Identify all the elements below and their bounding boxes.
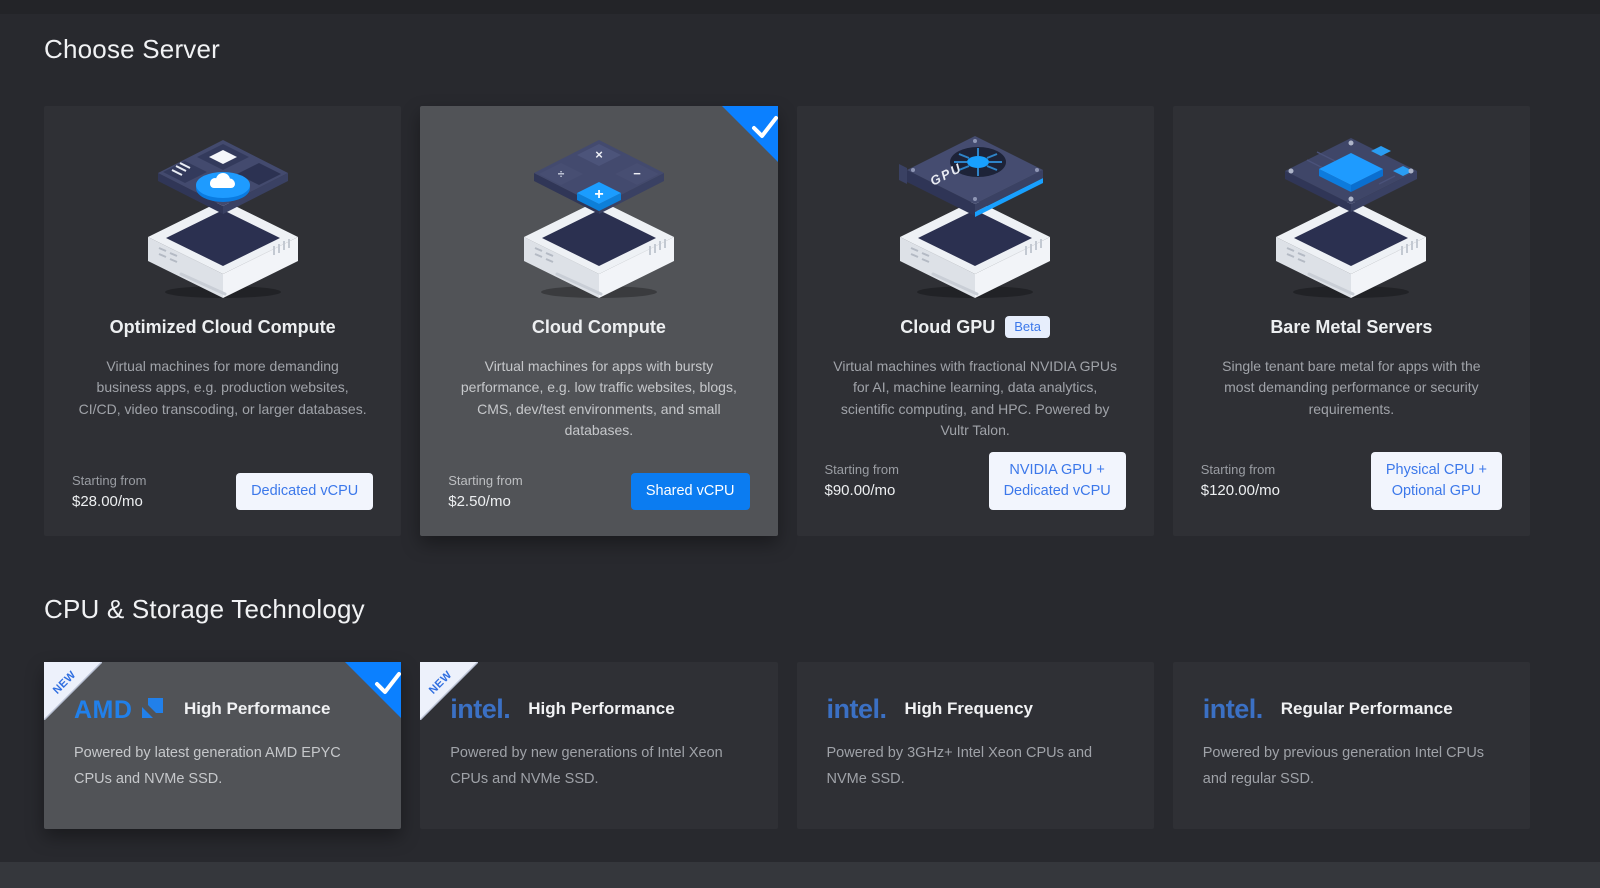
price-text: $2.50/mo (448, 492, 511, 510)
price-block: Starting from $90.00/mo (825, 462, 899, 499)
card-title: Cloud Compute (531, 317, 666, 337)
price-block: Starting from $120.00/mo (1201, 462, 1280, 499)
server-card-cloud-compute[interactable]: × ÷ − + Cloud Compute Virtual machines f… (420, 106, 778, 536)
optimized-cloud-compute-illustration (72, 116, 373, 308)
next-section-strip (0, 862, 1600, 888)
starting-from-label: Starting from (72, 472, 147, 488)
intel-logo: intel. (1202, 694, 1264, 724)
price-text: $120.00/mo (1200, 482, 1280, 500)
cpu-storage-title: CPU & Storage Technology (44, 594, 365, 624)
starting-from-label: Starting from (1200, 462, 1276, 478)
cpu-card-description: Powered by latest generation AMD EPYC CP… (74, 745, 341, 788)
server-card-optimized-cloud-compute[interactable]: Optimized Cloud Compute Virtual machines… (44, 106, 402, 536)
price-block: Starting from $2.50/mo (448, 473, 522, 510)
cpu-card-title: High Performance (528, 699, 675, 718)
card-description: Single tenant bare metal for apps with t… (1222, 358, 1481, 417)
cloud-compute-illustration: × ÷ − + (448, 116, 749, 308)
cpu-card-title: High Performance (184, 699, 331, 718)
beta-badge: Beta (1005, 316, 1050, 338)
cpu-card-intel-regular-performance[interactable]: intel. Regular Performance Powered by pr… (1172, 662, 1530, 829)
card-title: Optimized Cloud Compute (109, 317, 336, 337)
svg-text:÷: ÷ (558, 167, 565, 181)
svg-text:−: − (633, 166, 641, 181)
price-block: Starting from $28.00/mo (72, 473, 146, 510)
cpu-card-intel-high-performance[interactable]: NEW intel. High Performance Powered by n… (420, 662, 778, 829)
starting-from-label: Starting from (448, 472, 523, 488)
cpu-card-description: Powered by 3GHz+ Intel Xeon CPUs and NVM… (826, 745, 1093, 788)
dedicated-vcpu-button[interactable]: Dedicated vCPU (236, 472, 374, 510)
cloud-gpu-illustration: GPU (825, 116, 1126, 308)
server-card-cloud-gpu[interactable]: GPU Cloud GPU Beta Virtual machines with… (796, 106, 1154, 536)
server-card-grid: Optimized Cloud Compute Virtual machines… (44, 106, 1530, 536)
card-description: Virtual machines with fractional NVIDIA … (833, 358, 1117, 438)
cpu-card-intel-high-frequency[interactable]: intel. High Frequency Powered by 3GHz+ I… (796, 662, 1154, 829)
svg-text:×: × (595, 147, 603, 162)
new-ribbon: NEW (420, 662, 479, 720)
starting-from-label: Starting from (824, 462, 899, 478)
cpu-card-grid: NEW AMD High Performance Powered by late… (44, 662, 1530, 829)
intel-logo: intel. (826, 694, 888, 724)
price-text: $28.00/mo (72, 492, 143, 510)
server-card-bare-metal[interactable]: Bare Metal Servers Single tenant bare me… (1172, 106, 1530, 536)
selected-check-icon (721, 106, 778, 162)
cpu-card-description: Powered by new generations of Intel Xeon… (450, 745, 723, 788)
price-text: $90.00/mo (824, 482, 896, 500)
cpu-card-title: Regular Performance (1280, 699, 1453, 718)
card-description: Virtual machines for more demanding busi… (78, 358, 367, 417)
cpu-card-description: Powered by previous generation Intel CPU… (1202, 745, 1485, 788)
new-ribbon: NEW (44, 662, 102, 720)
deploy-page: Choose Server Optimized Cloud Compute Vi… (0, 0, 1600, 829)
shared-vcpu-button[interactable]: Shared vCPU (630, 472, 750, 510)
selected-check-icon (345, 662, 402, 718)
nvidia-gpu-dedicated-vcpu-button[interactable]: NVIDIA GPU + Dedicated vCPU (988, 451, 1126, 510)
cpu-card-title: High Frequency (904, 699, 1033, 718)
bare-metal-illustration (1201, 116, 1502, 308)
choose-server-title: Choose Server (44, 34, 221, 64)
card-description: Virtual machines for apps with bursty pe… (460, 358, 737, 438)
cpu-card-amd-high-performance[interactable]: NEW AMD High Performance Powered by late… (44, 662, 402, 829)
card-title: Cloud GPU (900, 317, 996, 337)
svg-text:+: + (594, 186, 603, 203)
card-title: Bare Metal Servers (1270, 317, 1433, 337)
physical-cpu-optional-gpu-button[interactable]: Physical CPU + Optional GPU (1370, 451, 1502, 510)
